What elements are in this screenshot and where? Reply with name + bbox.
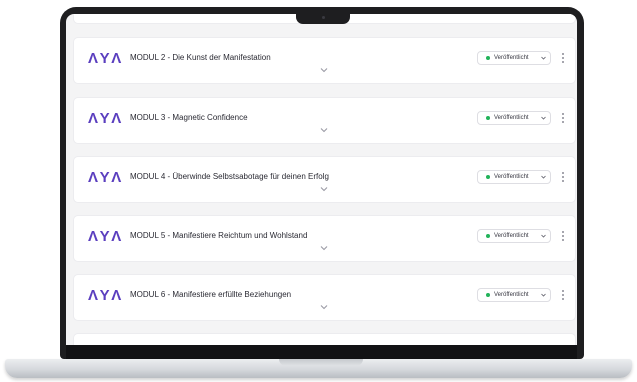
module-card[interactable]: ΛYΛ MODUL 2 - Die Kunst der Manifestatio… [74, 38, 575, 83]
chevron-down-icon[interactable] [319, 303, 329, 311]
module-title[interactable]: MODUL 5 - Manifestiere Reichtum und Wohl… [130, 231, 307, 241]
caret-down-icon [541, 234, 546, 238]
module-card-partial-bottom [74, 334, 575, 345]
aya-logo: ΛYΛ [88, 50, 123, 67]
status-dot [486, 234, 490, 238]
aya-logo: ΛYΛ [88, 169, 123, 186]
chevron-down-icon[interactable] [319, 185, 329, 193]
status-label: Veröffentlicht [494, 55, 529, 61]
kebab-icon[interactable] [562, 231, 565, 242]
aya-logo: ΛYΛ [88, 110, 123, 127]
kebab-icon[interactable] [562, 53, 565, 64]
caret-down-icon [541, 175, 546, 179]
module-card[interactable]: ΛYΛ MODUL 6 - Manifestiere erfüllte Bezi… [74, 275, 575, 320]
status-dot [486, 56, 490, 60]
caret-down-icon [541, 56, 546, 60]
aya-logo: ΛYΛ [88, 228, 123, 245]
aya-logo: ΛYΛ [88, 287, 123, 304]
module-title[interactable]: MODUL 3 - Magnetic Confidence [130, 113, 248, 123]
kebab-icon[interactable] [562, 172, 565, 183]
module-card[interactable]: ΛYΛ MODUL 3 - Magnetic Confidence Veröff… [74, 98, 575, 143]
camera-icon [322, 16, 325, 19]
status-dropdown[interactable]: Veröffentlicht [477, 170, 551, 184]
module-title[interactable]: MODUL 2 - Die Kunst der Manifestation [130, 53, 271, 63]
laptop-base-notch [279, 359, 363, 366]
status-dropdown[interactable]: Veröffentlicht [477, 288, 551, 302]
status-dropdown[interactable]: Veröffentlicht [477, 51, 551, 65]
status-dropdown[interactable]: Veröffentlicht [477, 111, 551, 125]
screen-bezel-bottom [66, 345, 577, 359]
status-dot [486, 293, 490, 297]
status-dot [486, 175, 490, 179]
caret-down-icon [541, 293, 546, 297]
module-title[interactable]: MODUL 6 - Manifestiere erfüllte Beziehun… [130, 290, 291, 300]
status-label: Veröffentlicht [494, 292, 529, 298]
caret-down-icon [541, 116, 546, 120]
status-label: Veröffentlicht [494, 174, 529, 180]
module-card[interactable]: ΛYΛ MODUL 5 - Manifestiere Reichtum und … [74, 216, 575, 261]
status-dot [486, 116, 490, 120]
kebab-icon[interactable] [562, 113, 565, 124]
module-card[interactable]: ΛYΛ MODUL 4 - Überwinde Selbstsabotage f… [74, 157, 575, 202]
status-label: Veröffentlicht [494, 233, 529, 239]
chevron-down-icon[interactable] [319, 126, 329, 134]
module-title[interactable]: MODUL 4 - Überwinde Selbstsabotage für d… [130, 172, 329, 182]
screen: ΛYΛ MODUL 2 - Die Kunst der Manifestatio… [66, 14, 577, 345]
chevron-down-icon[interactable] [319, 244, 329, 252]
chevron-down-icon[interactable] [319, 66, 329, 74]
status-label: Veröffentlicht [494, 115, 529, 121]
kebab-icon[interactable] [562, 290, 565, 301]
status-dropdown[interactable]: Veröffentlicht [477, 229, 551, 243]
